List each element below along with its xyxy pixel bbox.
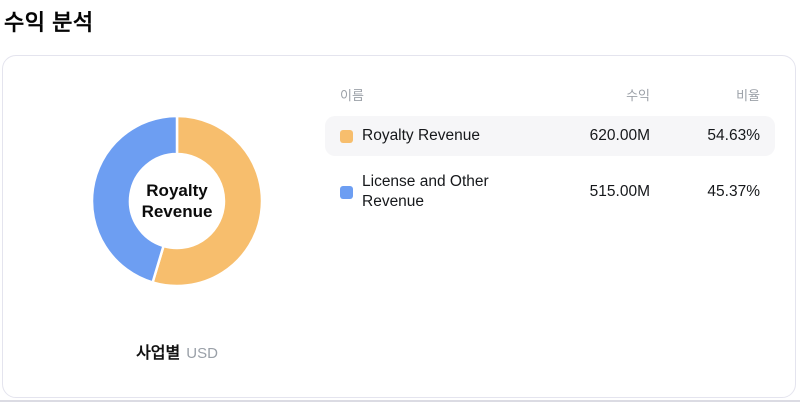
header-revenue: 수익: [626, 88, 650, 103]
table-row[interactable]: Royalty Revenue 620.00M 54.63%: [325, 116, 775, 156]
legend-swatch: [340, 129, 353, 143]
header-name: 이름: [340, 88, 364, 103]
series-ratio: 54.63%: [707, 127, 760, 144]
row-name-cell: Royalty Revenue: [340, 126, 540, 146]
chart-caption: 사업별 USD: [87, 339, 267, 363]
donut-center-label: Royalty Revenue: [141, 180, 213, 221]
page-title: 수익 분석: [4, 10, 94, 35]
row-name-cell: License and Other Revenue: [340, 172, 540, 212]
revenue-analysis-card: Royalty Revenue 사업별 USD 이름 수익 비율 Royalty …: [2, 55, 796, 398]
chart-caption-unit: USD: [186, 345, 218, 362]
series-name: Royalty Revenue: [362, 127, 481, 144]
legend-swatch: [340, 185, 353, 199]
series-revenue: 620.00M: [589, 127, 650, 144]
table-header: 이름 수익 비율: [325, 85, 775, 104]
donut-chart: Royalty Revenue: [87, 111, 267, 291]
legend-table: 이름 수익 비율 Royalty Revenue 620.00M 54.63% …: [325, 85, 775, 228]
series-name: License and Other Revenue: [362, 173, 489, 210]
chart-caption-label: 사업별: [136, 345, 181, 362]
series-ratio: 45.37%: [707, 183, 760, 200]
table-row[interactable]: License and Other Revenue 515.00M 45.37%: [325, 162, 775, 222]
header-ratio: 비율: [736, 88, 760, 103]
series-revenue: 515.00M: [589, 183, 650, 200]
